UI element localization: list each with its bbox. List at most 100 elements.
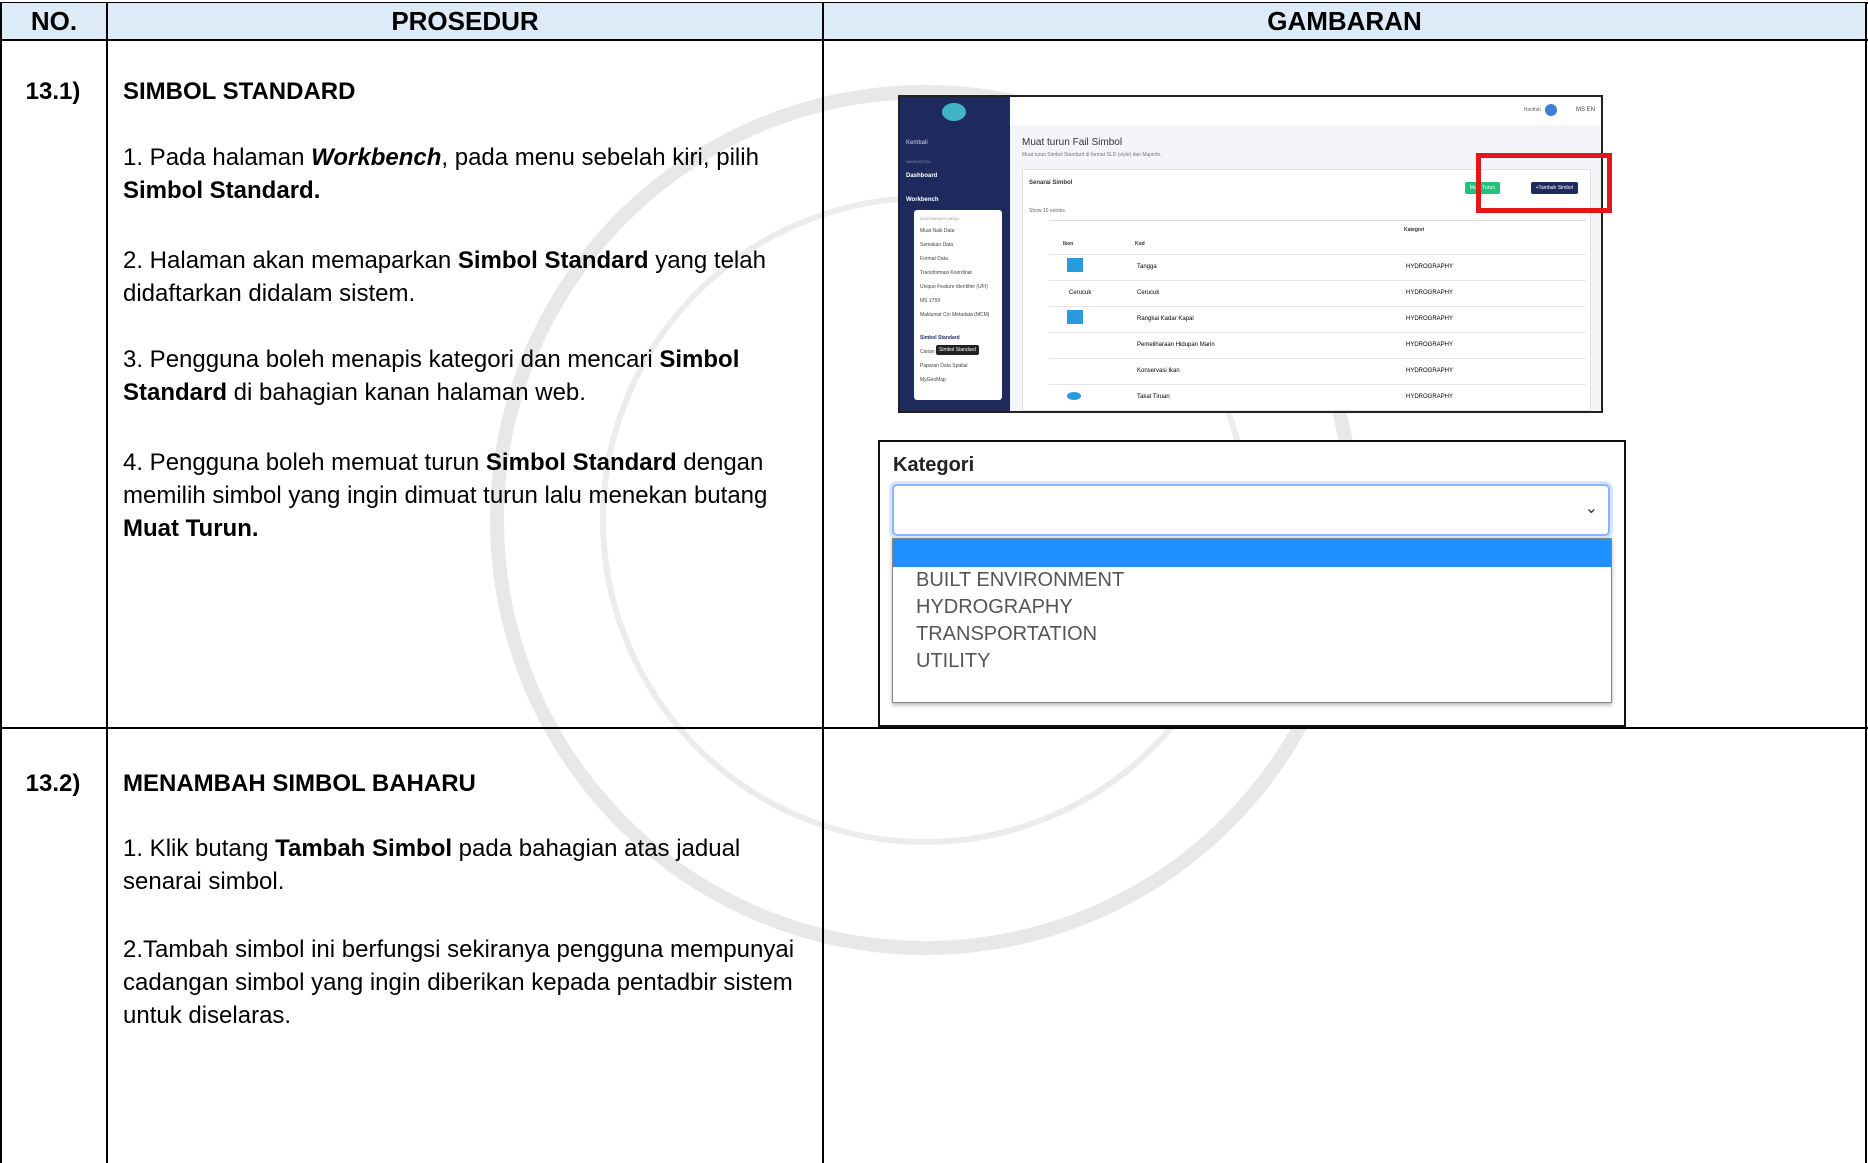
step-paragraph: 2.Tambah simbol ini berfungsi sekiranya … [123, 933, 813, 1032]
step-text: 2. Halaman akan memaparkan [123, 247, 458, 274]
step-emphasis: Simbol Standard [457, 247, 649, 274]
main-content: Hanifah MS EN Muat turun Fail Simbol Mua… [1010, 97, 1601, 411]
dropdown-option[interactable]: BUILT ENVIRONMENT [916, 569, 1124, 592]
cell-kategori: HYDROGRAPHY [1406, 368, 1454, 374]
submenu-item-active[interactable]: Simbol Standard [920, 335, 960, 341]
section-number: 13.2) [25, 770, 81, 797]
step-paragraph: 2. Halaman akan memaparkan Simbol Standa… [123, 244, 813, 310]
header-no: NO. [2, 3, 106, 39]
topbar: Hanifah MS EN [1010, 97, 1601, 125]
dropdown-option[interactable]: UTILITY [916, 650, 990, 673]
table-row[interactable]: Cerucuk Cerucuk HYDROGRAPHY [1049, 280, 1586, 307]
table-row[interactable]: Takat Tiruan HYDROGRAPHY [1049, 384, 1586, 411]
sidebar-back[interactable]: Kembali [906, 140, 928, 146]
symbol-icon [1067, 392, 1081, 400]
table-border-left [0, 2, 2, 1163]
category-dropdown-list: BUILT ENVIRONMENT HYDROGRAPHY TRANSPORTA… [892, 538, 1612, 703]
submenu-item[interactable]: Unique Feature Identifier (UFI) [920, 284, 988, 290]
cell-kod: Takat Tiruan [1137, 394, 1170, 400]
section-title: SIMBOL STANDARD [123, 78, 356, 105]
chevron-down-icon: ⌄ [1584, 500, 1598, 517]
submenu-item[interactable]: Paparan Data Spatial [920, 363, 968, 369]
show-entries[interactable]: Show 10 entries [1029, 208, 1065, 214]
step-emphasis: Muat Turun. [123, 515, 259, 542]
column-header: Ikon [1063, 241, 1074, 247]
step-text: 2.Tambah simbol ini berfungsi sekiranya … [123, 936, 795, 1029]
screenshot-symbol-list: Kembali NAVIGATION Dashboard Workbench W… [898, 95, 1603, 413]
step-text: 4. Pengguna boleh memuat turun [123, 449, 486, 476]
step-paragraph: 3. Pengguna boleh menapis kategori dan m… [123, 343, 813, 409]
step-text: , pada menu sebelah kiri, pilih [441, 144, 759, 171]
submenu-item[interactable]: Carian [920, 349, 935, 355]
submenu-item[interactable]: Maklumat Ciri Metadata (MCM) [920, 312, 1000, 318]
cell-icon-text: Cerucuk [1069, 290, 1092, 296]
screenshot-category-dropdown: Kategori ⌄ BUILT ENVIRONMENT HYDROGRAPHY… [878, 440, 1626, 727]
step-paragraph: 4. Pengguna boleh memuat turun Simbol St… [123, 446, 813, 545]
section-number: 13.1) [25, 78, 81, 105]
cell-kategori: HYDROGRAPHY [1406, 342, 1454, 348]
dropdown-option[interactable]: HYDROGRAPHY [916, 596, 1073, 619]
column-header: Kategori [1404, 227, 1425, 233]
tooltip: Simbol Standard [936, 345, 979, 355]
cell-kod: Cerucuk [1137, 290, 1160, 296]
section-title: MENAMBAH SIMBOL BAHARU [123, 770, 476, 797]
header-gambaran: GAMBARAN [824, 3, 1865, 39]
category-label: Kategori [893, 454, 975, 476]
dropdown-option-selected[interactable] [893, 539, 1611, 567]
page-title: Muat turun Fail Simbol [1022, 137, 1123, 148]
table-col-divider-2 [822, 2, 824, 1163]
sidebar-section-label: NAVIGATION [906, 159, 931, 164]
table-row[interactable]: Pemeliharaan Hidupan Marin HYDROGRAPHY [1049, 332, 1586, 359]
logo [942, 103, 966, 121]
step-text: di bahagian kanan halaman web. [227, 379, 586, 406]
column-header: Kod [1135, 241, 1145, 247]
step-paragraph: 1. Klik butang Tambah Simbol pada bahagi… [123, 832, 813, 898]
cell-kategori: HYDROGRAPHY [1406, 264, 1454, 270]
table-header-divider [0, 39, 1868, 41]
cell-kategori: HYDROGRAPHY [1406, 290, 1454, 296]
submenu-item[interactable]: Format Data [920, 256, 948, 262]
submenu-item[interactable]: MyGeoMap [920, 377, 946, 383]
category-select[interactable]: ⌄ [892, 484, 1610, 536]
sidebar-item-workbench[interactable]: Workbench [906, 197, 939, 203]
step-text: 3. Pengguna boleh menapis kategori dan m… [123, 346, 660, 373]
cell-kod: Tangga [1137, 264, 1157, 270]
table-row[interactable]: Tangga HYDROGRAPHY [1049, 254, 1586, 281]
submenu-item[interactable]: Transformasi Koordinat [920, 270, 972, 276]
step-emphasis: Simbol Standard. [123, 177, 321, 204]
cell-kategori: HYDROGRAPHY [1406, 394, 1454, 400]
step-text: 1. Pada halaman [123, 144, 312, 171]
step-emphasis: Simbol Standard [485, 449, 677, 476]
submenu-item[interactable]: Muat Naik Data [920, 228, 954, 234]
submenu-item[interactable]: Semakan Data [920, 242, 953, 248]
step-text: 1. Klik butang [123, 835, 276, 862]
symbol-icon [1067, 310, 1083, 324]
user-name[interactable]: Hanifah [1524, 107, 1541, 113]
step-paragraph: 1. Pada halaman Workbench, pada menu seb… [123, 141, 813, 207]
highlight-box [1476, 153, 1612, 213]
submenu-header: WORKBENCH MENU [920, 216, 960, 221]
table-row[interactable]: Rangkai Kadar Kapal HYDROGRAPHY [1049, 306, 1586, 333]
cell-kategori: HYDROGRAPHY [1406, 316, 1454, 322]
workbench-submenu: WORKBENCH MENU Muat Naik Data Semakan Da… [914, 210, 1002, 400]
header-prosedur: PROSEDUR [108, 3, 822, 39]
table-row-divider [0, 727, 1868, 729]
language-switch[interactable]: MS EN [1576, 107, 1595, 113]
page-subtitle: Muat turun Simbol Standard di format SLD… [1022, 152, 1162, 158]
table-header-row: Ikon Kod Kategori [1049, 220, 1586, 254]
sidebar: Kembali NAVIGATION Dashboard Workbench W… [900, 97, 1010, 411]
table-col-divider-1 [106, 2, 108, 1163]
table-row[interactable]: Konservasi Ikan HYDROGRAPHY [1049, 358, 1586, 385]
dropdown-option[interactable]: TRANSPORTATION [916, 623, 1097, 646]
table-border-right [1865, 2, 1867, 1163]
avatar[interactable] [1545, 104, 1557, 116]
cell-kod: Rangkai Kadar Kapal [1137, 316, 1194, 322]
step-emphasis: Workbench [311, 144, 442, 171]
cell-kod: Pemeliharaan Hidupan Marin [1137, 342, 1215, 348]
symbol-icon [1067, 258, 1083, 272]
cell-kod: Konservasi Ikan [1137, 368, 1180, 374]
step-emphasis: Tambah Simbol [275, 835, 453, 862]
sidebar-item-dashboard[interactable]: Dashboard [906, 173, 937, 179]
card-title: Senarai Simbol [1029, 180, 1073, 186]
submenu-item[interactable]: MS 1759 [920, 298, 940, 304]
